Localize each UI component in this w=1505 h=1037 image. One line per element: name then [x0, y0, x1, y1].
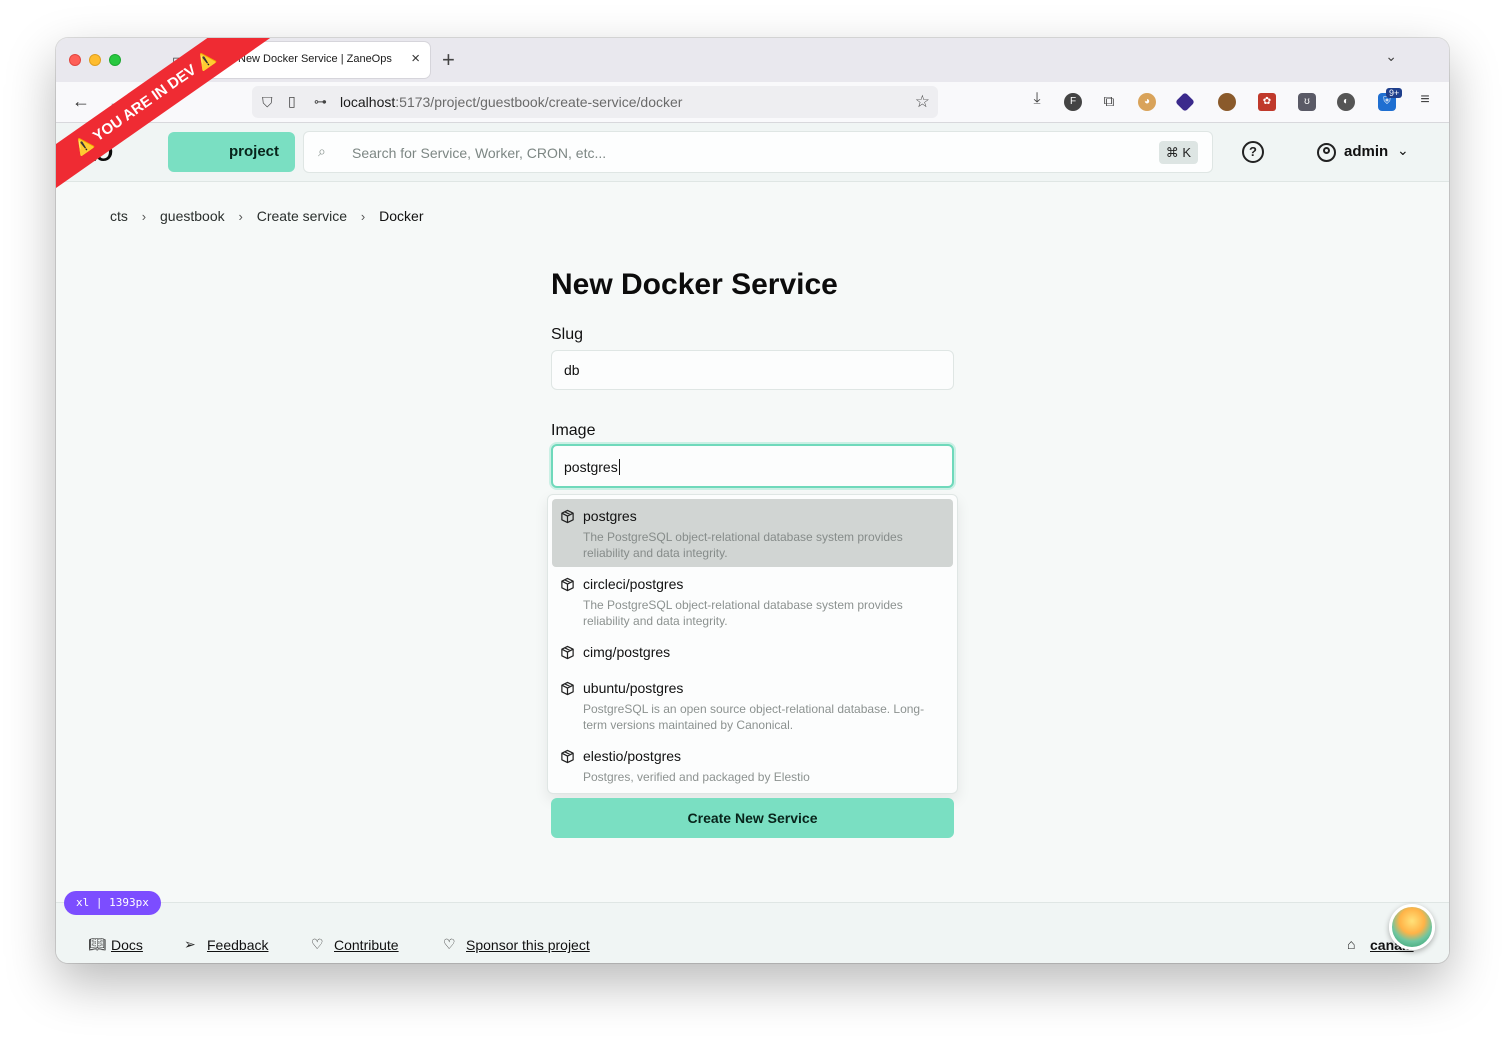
- image-input-value: postgres: [564, 459, 618, 475]
- search-shortcut: ⌘ K: [1158, 141, 1198, 164]
- download-icon[interactable]: ⤓: [1028, 90, 1046, 108]
- image-suggestions-dropdown: postgres The PostgreSQL object-relationa…: [547, 494, 958, 794]
- extensions-puzzle-icon[interactable]: ⧉: [1100, 93, 1118, 111]
- suggestion-name: elestio/postgres: [583, 748, 682, 764]
- suggestion-description: Postgres, verified and packaged by Elest…: [583, 770, 810, 784]
- suggestion-description: The PostgreSQL object-relational databas…: [583, 598, 903, 628]
- slug-input[interactable]: db: [551, 350, 954, 390]
- contribute-link[interactable]: Contribute: [334, 937, 399, 953]
- breadcrumb-projects[interactable]: cts: [110, 208, 128, 224]
- package-icon: [561, 645, 574, 660]
- suggestion-name: ubuntu/postgres: [583, 680, 684, 696]
- heart-handshake-icon: ♡: [311, 936, 324, 952]
- close-window-button[interactable]: [69, 54, 81, 66]
- heart-icon: ♡: [443, 936, 456, 952]
- create-service-button[interactable]: Create New Service: [551, 798, 954, 838]
- search-icon: ⌕: [318, 143, 326, 159]
- extension-red-icon[interactable]: ✿: [1258, 93, 1276, 111]
- breadcrumb-project[interactable]: guestbook: [160, 208, 225, 224]
- search-input[interactable]: ⌕ Search for Service, Worker, CRON, etc.…: [303, 131, 1213, 173]
- extension-circle-icon[interactable]: ◐: [1337, 93, 1355, 111]
- slug-label: Slug: [551, 326, 584, 343]
- ublock-icon[interactable]: ʊ: [1298, 93, 1316, 111]
- chevron-down-icon[interactable]: ⌄: [1385, 48, 1397, 65]
- browser-toolbar: ← → ↻ ⛉ ▯ ⊶ localhost:5173/project/guest…: [56, 82, 1449, 123]
- suggestion-option[interactable]: postgres The PostgreSQL object-relationa…: [552, 499, 953, 567]
- book-icon: 📖︎: [88, 936, 106, 952]
- package-icon: [561, 509, 574, 524]
- extension-cookie-icon[interactable]: [1218, 93, 1236, 111]
- extension-diamond-icon[interactable]: [1175, 92, 1195, 112]
- image-input[interactable]: postgres: [551, 444, 954, 488]
- package-icon: [561, 681, 574, 696]
- tab-close-icon[interactable]: ×: [411, 50, 420, 67]
- page-title: New Docker Service: [551, 268, 838, 301]
- docs-link[interactable]: Docs: [111, 937, 143, 953]
- shield-icon[interactable]: ⛉: [262, 94, 273, 111]
- minimize-window-button[interactable]: [89, 54, 101, 66]
- url-text[interactable]: localhost:5173/project/guestbook/create-…: [340, 94, 682, 110]
- package-icon: [561, 749, 574, 764]
- chevron-right-icon: ›: [360, 209, 366, 224]
- new-tab-button[interactable]: +: [442, 47, 455, 73]
- notification-badge: 9+: [1386, 88, 1403, 98]
- avatar[interactable]: [1389, 904, 1435, 950]
- new-project-button[interactable]: project: [168, 132, 295, 172]
- permissions-icon[interactable]: ⊶: [314, 94, 327, 110]
- maximize-window-button[interactable]: [109, 54, 121, 66]
- tab-title: New Docker Service | ZaneOps: [238, 53, 392, 65]
- suggestion-option[interactable]: cimg/postgres: [552, 635, 953, 671]
- extension-face-icon[interactable]: ◕: [1138, 93, 1156, 111]
- search-placeholder: Search for Service, Worker, CRON, etc...: [352, 145, 607, 161]
- sponsor-link[interactable]: Sponsor this project: [466, 937, 590, 953]
- footer: 📖︎ Docs ➢ Feedback ♡ Contribute ♡ Sponso…: [56, 902, 1449, 963]
- suggestion-name: circleci/postgres: [583, 576, 684, 592]
- suggestion-name: postgres: [583, 508, 637, 524]
- tab-bar: ▭ New Docker Service | ZaneOps × + ⌄: [56, 38, 1449, 82]
- suggestion-name: cimg/postgres: [583, 644, 671, 660]
- chevron-right-icon: ›: [238, 209, 243, 224]
- bookmark-star-icon[interactable]: ☆: [915, 92, 930, 112]
- app-header: ZO project ⌕ Search for Service, Worker,…: [56, 123, 1449, 182]
- user-name: admin: [1344, 143, 1389, 160]
- text-caret: [618, 459, 620, 475]
- back-arrow-icon[interactable]: ←: [72, 91, 90, 112]
- feedback-link[interactable]: Feedback: [207, 937, 268, 953]
- extension-f-icon[interactable]: F: [1064, 93, 1082, 111]
- suggestion-description: PostgreSQL is an open source object-rela…: [583, 702, 925, 732]
- breadcrumb-create-service[interactable]: Create service: [257, 208, 347, 224]
- suggestion-description: The PostgreSQL object-relational databas…: [583, 530, 903, 560]
- browser-window: ▭ New Docker Service | ZaneOps × + ⌄ ← →…: [56, 38, 1449, 963]
- chevron-right-icon: ›: [141, 209, 147, 224]
- breadcrumb: cts › guestbook › Create service › Docke…: [110, 208, 434, 224]
- page-icon: ▯: [288, 93, 296, 109]
- breakpoint-badge: xl | 1393px: [64, 891, 161, 915]
- image-label: Image: [551, 422, 596, 439]
- help-icon[interactable]: ?: [1242, 141, 1264, 163]
- package-icon: [561, 577, 574, 592]
- send-icon: ➢: [184, 936, 196, 952]
- suggestion-option[interactable]: ubuntu/postgres PostgreSQL is an open so…: [552, 671, 953, 739]
- address-bar[interactable]: ⛉ ▯ ⊶ localhost:5173/project/guestbook/c…: [252, 86, 938, 118]
- menu-icon[interactable]: ≡: [1416, 91, 1434, 109]
- suggestion-option[interactable]: elestio/postgres Postgres, verified and …: [552, 739, 953, 791]
- suggestion-option[interactable]: circleci/postgres The PostgreSQL object-…: [552, 567, 953, 635]
- user-circle-icon: [1317, 143, 1336, 162]
- breadcrumb-current: Docker: [379, 208, 424, 224]
- tag-icon: ⌂: [1347, 936, 1356, 952]
- chevron-down-icon: ⌄: [1397, 142, 1409, 158]
